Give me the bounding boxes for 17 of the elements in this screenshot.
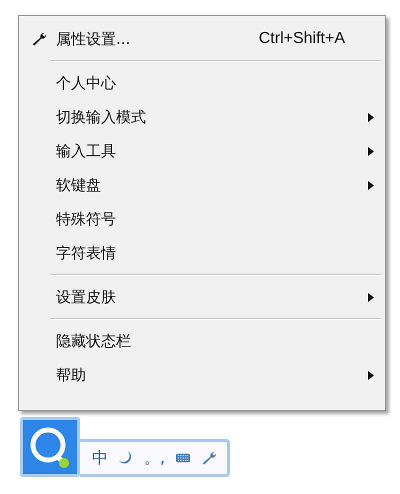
menu-item[interactable]: 个人中心 bbox=[22, 66, 381, 100]
menu-item[interactable]: 属性设置... Ctrl+Shift+A bbox=[22, 22, 381, 56]
menu-item[interactable]: 软键盘 bbox=[22, 168, 381, 202]
menu-item[interactable]: 字符表情 bbox=[22, 236, 381, 270]
shortcut-label: Ctrl+Shift+A bbox=[258, 30, 345, 48]
menu-item[interactable]: 切换输入模式 bbox=[22, 100, 381, 134]
toolbar-button[interactable]: 。, bbox=[144, 448, 166, 468]
menu-item[interactable]: 输入工具 bbox=[22, 134, 381, 168]
toolbar-button[interactable]: 中 bbox=[92, 448, 108, 468]
menu-item[interactable]: 隐藏状态栏 bbox=[22, 324, 381, 358]
moon-icon[interactable] bbox=[118, 450, 134, 466]
wrench-icon bbox=[31, 31, 47, 47]
menu-item[interactable]: 帮助 bbox=[22, 358, 381, 392]
menu-item[interactable]: 设置皮肤 bbox=[22, 280, 381, 314]
menu-item[interactable]: 特殊符号 bbox=[22, 202, 381, 236]
wrench-icon[interactable] bbox=[201, 450, 218, 466]
logo-icon[interactable] bbox=[20, 417, 80, 477]
